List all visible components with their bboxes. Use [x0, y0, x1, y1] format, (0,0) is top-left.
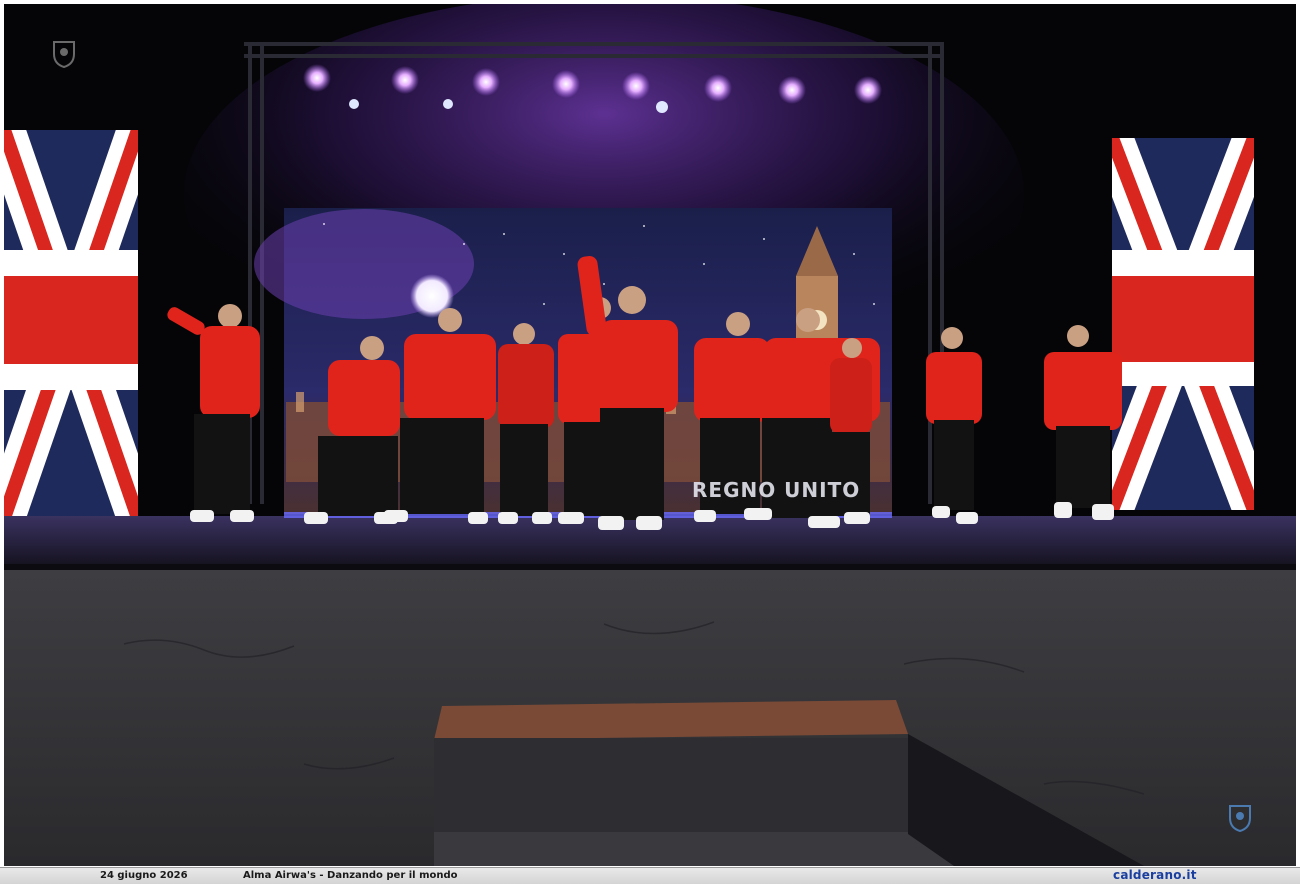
caption-title: Alma Airwa's - Danzando per il mondo — [243, 870, 458, 881]
site-link[interactable]: calderano.it — [1113, 868, 1197, 882]
dancer — [926, 327, 982, 524]
screen-caption: REGNO UNITO — [692, 478, 861, 502]
dancer — [498, 323, 554, 524]
union-jack-left — [4, 130, 138, 518]
caption-bar: 24 giugno 2026 Alma Airwa's - Danzando p… — [0, 867, 1300, 884]
crest-icon — [52, 40, 76, 68]
crest-icon — [1228, 804, 1252, 832]
stage-scene — [4, 4, 1296, 866]
stage-photo: REGNO UNITO — [4, 4, 1296, 866]
caption-date: 24 giugno 2026 — [100, 870, 188, 881]
photo-frame: REGNO UNITO 24 giugno 2026 Alma Airwa's … — [0, 0, 1300, 884]
union-jack-right — [1112, 138, 1254, 510]
